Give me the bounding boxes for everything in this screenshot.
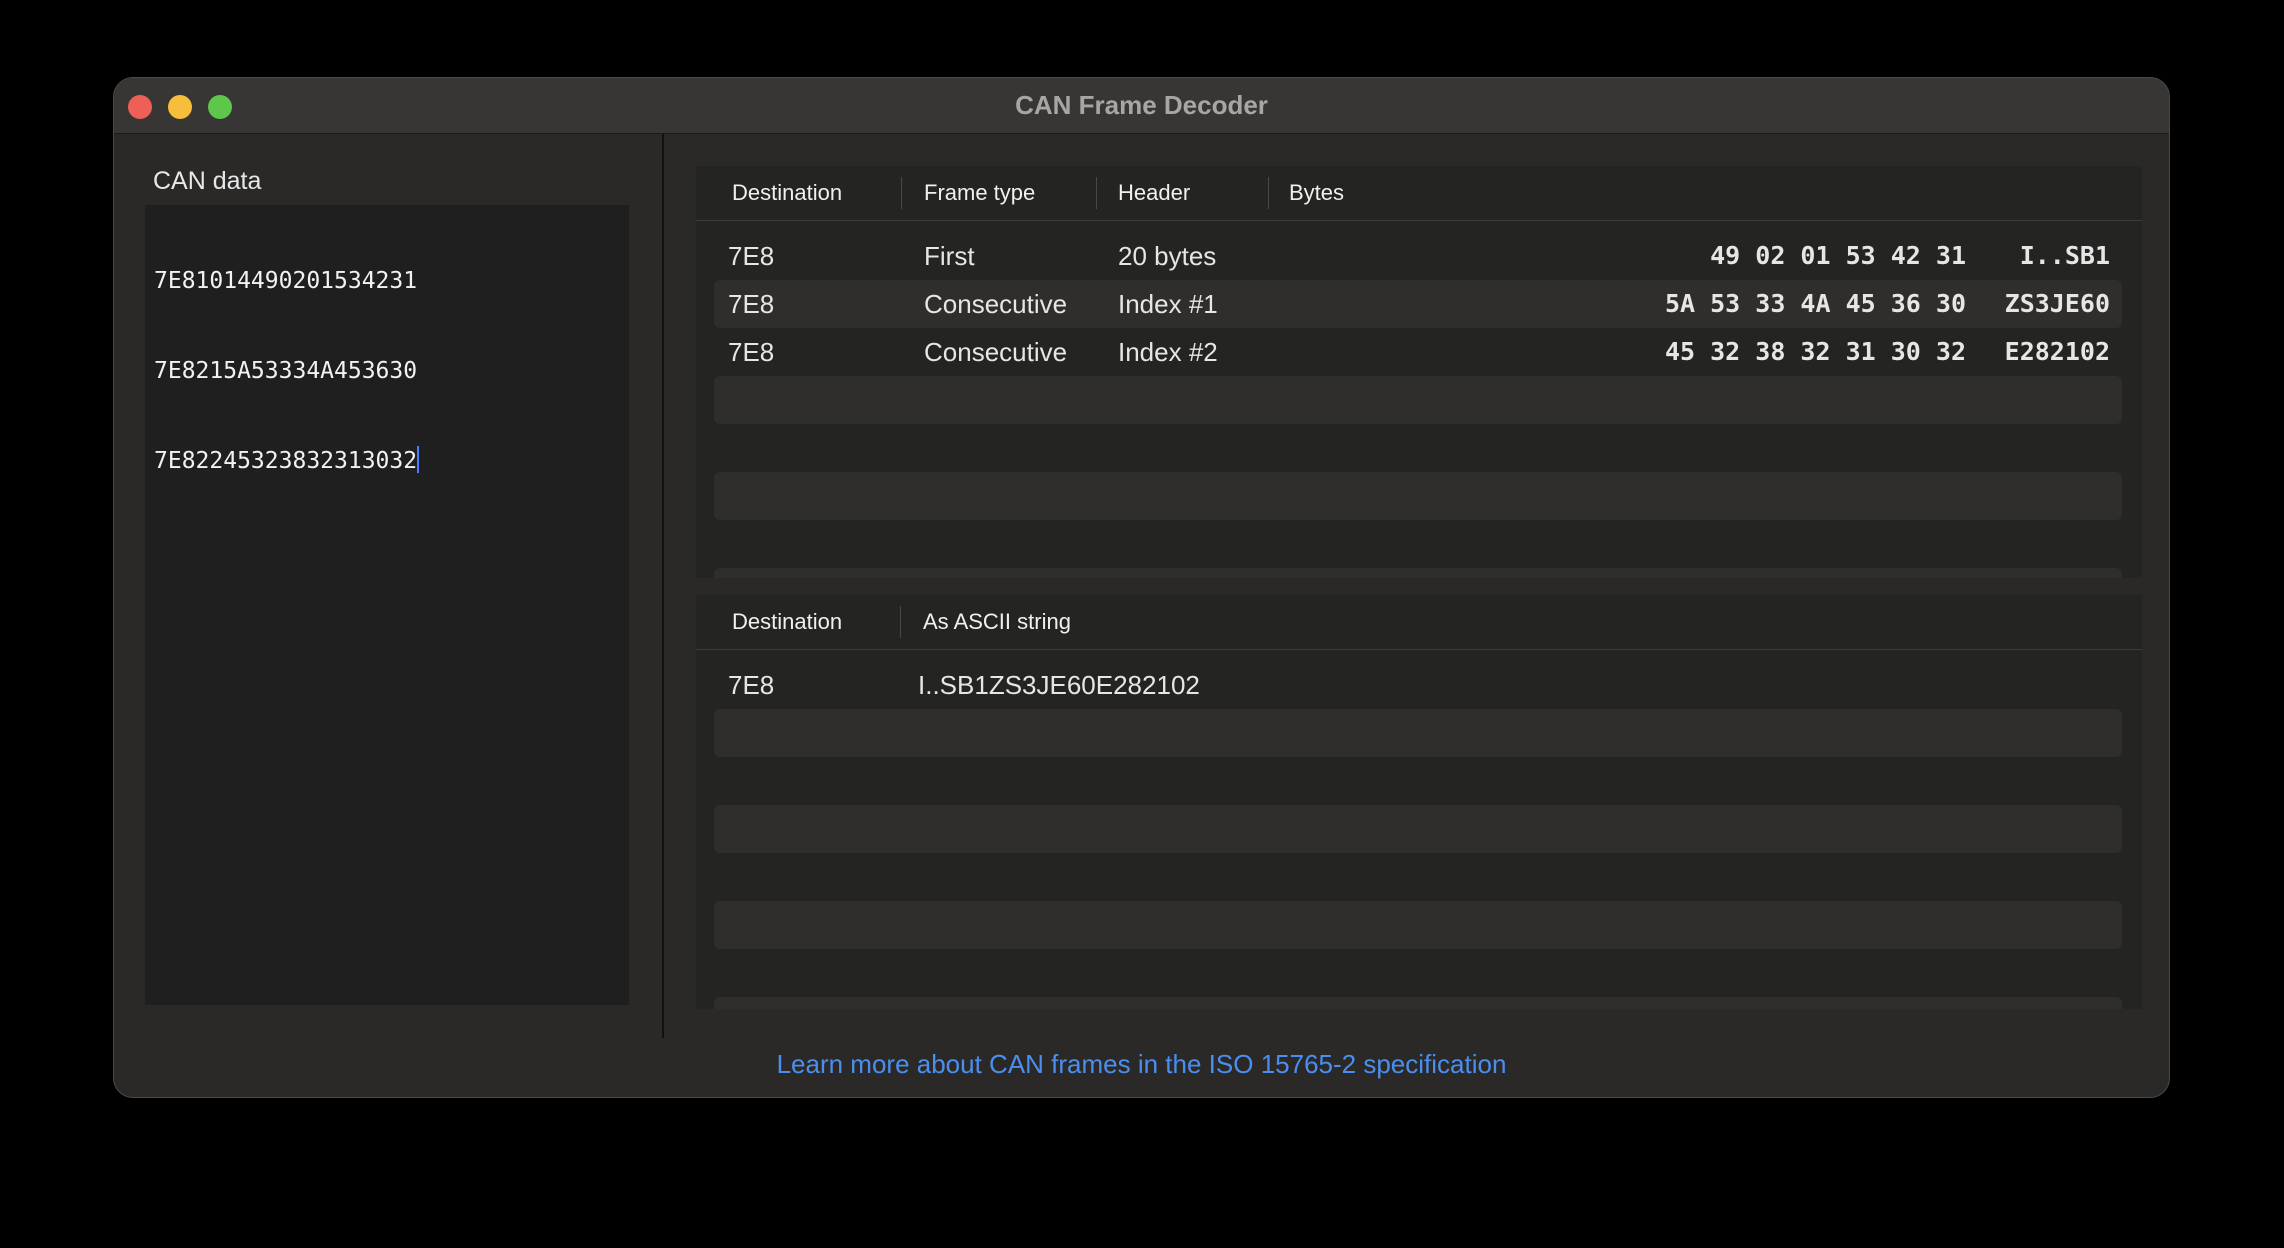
cell-ascii-string: I..SB1ZS3JE60E282102 bbox=[918, 670, 1200, 700]
column-header-frame-type[interactable]: Frame type bbox=[924, 166, 1035, 220]
cell-destination: 7E8 bbox=[728, 337, 775, 367]
cell-ascii: E282102 bbox=[2004, 337, 2110, 366]
can-data-line: 7E8215A53334A453630 bbox=[154, 356, 620, 386]
frames-table-body: 7E8 First 20 bytes 49 02 01 53 42 31 I..… bbox=[714, 232, 2122, 578]
empty-row bbox=[714, 520, 2122, 568]
can-data-line-text: 7E82245323832313032 bbox=[154, 448, 418, 474]
column-header-destination[interactable]: Destination bbox=[732, 595, 842, 649]
column-separator[interactable] bbox=[1268, 177, 1269, 209]
title-bar[interactable]: CAN Frame Decoder bbox=[114, 78, 2169, 134]
empty-row bbox=[714, 472, 2122, 520]
ascii-table[interactable]: Destination As ASCII string 7E8 I..SB1ZS… bbox=[696, 595, 2142, 1009]
empty-row bbox=[714, 805, 2122, 853]
table-row[interactable]: 7E8 Consecutive Index #2 45 32 38 32 31 … bbox=[714, 328, 2122, 376]
cell-header: 20 bytes bbox=[1118, 241, 1217, 271]
empty-row bbox=[714, 853, 2122, 901]
empty-row bbox=[714, 568, 2122, 578]
column-header-ascii-string[interactable]: As ASCII string bbox=[923, 595, 1071, 649]
column-header-header[interactable]: Header bbox=[1118, 166, 1190, 220]
table-row[interactable]: 7E8 Consecutive Index #1 5A 53 33 4A 45 … bbox=[714, 280, 2122, 328]
empty-row bbox=[714, 424, 2122, 472]
can-data-line: 7E81014490201534231 bbox=[154, 268, 418, 294]
cell-ascii: I..SB1 bbox=[2019, 241, 2110, 270]
app-window: CAN Frame Decoder CAN data 7E81014490201… bbox=[113, 77, 2170, 1098]
frames-table-header: Destination Frame type Header Bytes bbox=[696, 166, 2142, 221]
cell-destination: 7E8 bbox=[728, 289, 775, 319]
can-data-line: 7E82245323832313032 bbox=[154, 446, 620, 476]
cell-ascii: ZS3JE60 bbox=[2004, 289, 2110, 318]
column-header-bytes[interactable]: Bytes bbox=[1289, 166, 1344, 220]
column-separator[interactable] bbox=[901, 177, 902, 209]
cell-destination: 7E8 bbox=[728, 670, 775, 700]
cell-frame-type: Consecutive bbox=[924, 289, 1068, 319]
iso-spec-link[interactable]: Learn more about CAN frames in the ISO 1… bbox=[114, 1049, 2169, 1080]
cell-bytes: 45 32 38 32 31 30 32 bbox=[1664, 337, 1966, 366]
cell-frame-type: Consecutive bbox=[924, 337, 1068, 367]
cell-header: Index #1 bbox=[1118, 289, 1218, 319]
empty-row bbox=[714, 949, 2122, 997]
cell-bytes: 5A 53 33 4A 45 36 30 bbox=[1664, 289, 1966, 318]
can-data-editor[interactable]: 7E81014490201534231 7E8215A53334A453630 … bbox=[145, 205, 629, 1005]
cell-header: Index #2 bbox=[1118, 337, 1218, 367]
text-cursor bbox=[417, 446, 420, 473]
cell-bytes: 49 02 01 53 42 31 bbox=[1710, 241, 1966, 270]
empty-row bbox=[714, 997, 2122, 1009]
cell-frame-type: First bbox=[924, 241, 975, 271]
empty-row bbox=[714, 709, 2122, 757]
can-data-pane: CAN data 7E81014490201534231 7E8215A5333… bbox=[114, 134, 662, 1037]
window-title: CAN Frame Decoder bbox=[1015, 90, 1268, 120]
column-header-destination[interactable]: Destination bbox=[732, 166, 842, 220]
empty-row bbox=[714, 901, 2122, 949]
empty-row bbox=[714, 757, 2122, 805]
column-separator[interactable] bbox=[900, 606, 901, 638]
empty-row bbox=[714, 376, 2122, 424]
table-row[interactable]: 7E8 First 20 bytes 49 02 01 53 42 31 I..… bbox=[714, 232, 2122, 280]
ascii-table-body: 7E8 I..SB1ZS3JE60E282102 bbox=[714, 661, 2122, 1009]
can-data-line-text: 7E8215A53334A453630 bbox=[154, 358, 418, 384]
cell-destination: 7E8 bbox=[728, 241, 775, 271]
split-view-divider[interactable] bbox=[662, 134, 664, 1038]
column-separator[interactable] bbox=[1096, 177, 1097, 209]
ascii-table-header: Destination As ASCII string bbox=[696, 595, 2142, 650]
can-data-label: CAN data bbox=[153, 167, 262, 195]
frames-table[interactable]: Destination Frame type Header Bytes 7E8 … bbox=[696, 166, 2142, 578]
table-row[interactable]: 7E8 I..SB1ZS3JE60E282102 bbox=[714, 661, 2122, 709]
